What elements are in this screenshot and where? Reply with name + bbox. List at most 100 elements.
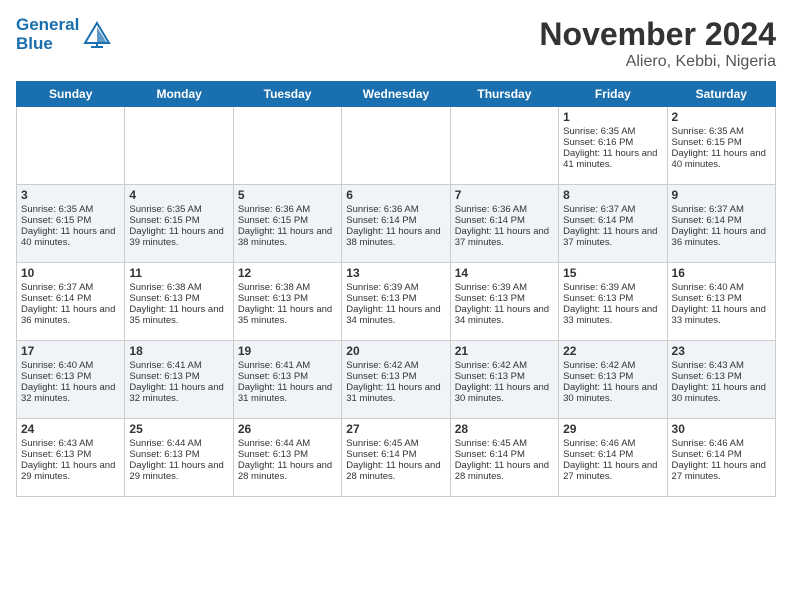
calendar-cell: 12Sunrise: 6:38 AMSunset: 6:13 PMDayligh… <box>233 263 341 341</box>
day-number: 24 <box>21 422 120 436</box>
daylight-text: Daylight: 11 hours and 37 minutes. <box>455 226 554 248</box>
daylight-text: Daylight: 11 hours and 30 minutes. <box>672 382 771 404</box>
logo: General Blue <box>16 16 113 53</box>
sunset-text: Sunset: 6:14 PM <box>455 449 554 460</box>
daylight-text: Daylight: 11 hours and 29 minutes. <box>21 460 120 482</box>
sunset-text: Sunset: 6:13 PM <box>455 293 554 304</box>
sunset-text: Sunset: 6:13 PM <box>455 371 554 382</box>
title-block: November 2024 Aliero, Kebbi, Nigeria <box>539 16 776 71</box>
header-thursday: Thursday <box>450 82 558 107</box>
calendar-cell: 21Sunrise: 6:42 AMSunset: 6:13 PMDayligh… <box>450 341 558 419</box>
day-number: 2 <box>672 110 771 124</box>
daylight-text: Daylight: 11 hours and 33 minutes. <box>563 304 662 326</box>
day-number: 4 <box>129 188 228 202</box>
daylight-text: Daylight: 11 hours and 30 minutes. <box>563 382 662 404</box>
daylight-text: Daylight: 11 hours and 34 minutes. <box>455 304 554 326</box>
sunrise-text: Sunrise: 6:37 AM <box>563 204 662 215</box>
daylight-text: Daylight: 11 hours and 40 minutes. <box>21 226 120 248</box>
day-number: 9 <box>672 188 771 202</box>
sunset-text: Sunset: 6:13 PM <box>238 449 337 460</box>
calendar-cell: 28Sunrise: 6:45 AMSunset: 6:14 PMDayligh… <box>450 419 558 497</box>
daylight-text: Daylight: 11 hours and 28 minutes. <box>238 460 337 482</box>
daylight-text: Daylight: 11 hours and 40 minutes. <box>672 148 771 170</box>
daylight-text: Daylight: 11 hours and 29 minutes. <box>129 460 228 482</box>
day-number: 13 <box>346 266 445 280</box>
sunset-text: Sunset: 6:13 PM <box>346 371 445 382</box>
daylight-text: Daylight: 11 hours and 39 minutes. <box>129 226 228 248</box>
header-sunday: Sunday <box>17 82 125 107</box>
header-wednesday: Wednesday <box>342 82 450 107</box>
sunrise-text: Sunrise: 6:46 AM <box>563 438 662 449</box>
calendar-cell: 4Sunrise: 6:35 AMSunset: 6:15 PMDaylight… <box>125 185 233 263</box>
calendar-week-row: 3Sunrise: 6:35 AMSunset: 6:15 PMDaylight… <box>17 185 776 263</box>
day-number: 5 <box>238 188 337 202</box>
sunrise-text: Sunrise: 6:45 AM <box>346 438 445 449</box>
sunset-text: Sunset: 6:13 PM <box>129 293 228 304</box>
daylight-text: Daylight: 11 hours and 31 minutes. <box>238 382 337 404</box>
sunset-text: Sunset: 6:14 PM <box>346 215 445 226</box>
calendar-cell: 27Sunrise: 6:45 AMSunset: 6:14 PMDayligh… <box>342 419 450 497</box>
day-number: 16 <box>672 266 771 280</box>
calendar-cell: 22Sunrise: 6:42 AMSunset: 6:13 PMDayligh… <box>559 341 667 419</box>
calendar-cell <box>17 107 125 185</box>
sunset-text: Sunset: 6:14 PM <box>563 449 662 460</box>
calendar-cell: 2Sunrise: 6:35 AMSunset: 6:15 PMDaylight… <box>667 107 775 185</box>
sunrise-text: Sunrise: 6:36 AM <box>238 204 337 215</box>
day-number: 20 <box>346 344 445 358</box>
sunset-text: Sunset: 6:14 PM <box>21 293 120 304</box>
calendar-subtitle: Aliero, Kebbi, Nigeria <box>539 53 776 71</box>
sunset-text: Sunset: 6:14 PM <box>672 215 771 226</box>
sunrise-text: Sunrise: 6:35 AM <box>21 204 120 215</box>
daylight-text: Daylight: 11 hours and 35 minutes. <box>129 304 228 326</box>
header-tuesday: Tuesday <box>233 82 341 107</box>
sunset-text: Sunset: 6:13 PM <box>672 293 771 304</box>
daylight-text: Daylight: 11 hours and 37 minutes. <box>563 226 662 248</box>
calendar-cell <box>125 107 233 185</box>
sunset-text: Sunset: 6:13 PM <box>129 371 228 382</box>
calendar-table: SundayMondayTuesdayWednesdayThursdayFrid… <box>16 81 776 497</box>
daylight-text: Daylight: 11 hours and 30 minutes. <box>455 382 554 404</box>
day-number: 22 <box>563 344 662 358</box>
sunrise-text: Sunrise: 6:41 AM <box>238 360 337 371</box>
day-number: 26 <box>238 422 337 436</box>
daylight-text: Daylight: 11 hours and 32 minutes. <box>129 382 228 404</box>
daylight-text: Daylight: 11 hours and 35 minutes. <box>238 304 337 326</box>
calendar-cell: 30Sunrise: 6:46 AMSunset: 6:14 PMDayligh… <box>667 419 775 497</box>
calendar-title: November 2024 <box>539 16 776 53</box>
sunrise-text: Sunrise: 6:36 AM <box>455 204 554 215</box>
sunrise-text: Sunrise: 6:35 AM <box>129 204 228 215</box>
calendar-cell: 10Sunrise: 6:37 AMSunset: 6:14 PMDayligh… <box>17 263 125 341</box>
calendar-cell: 6Sunrise: 6:36 AMSunset: 6:14 PMDaylight… <box>342 185 450 263</box>
sunrise-text: Sunrise: 6:40 AM <box>21 360 120 371</box>
calendar-header-row: SundayMondayTuesdayWednesdayThursdayFrid… <box>17 82 776 107</box>
calendar-cell: 26Sunrise: 6:44 AMSunset: 6:13 PMDayligh… <box>233 419 341 497</box>
calendar-cell: 8Sunrise: 6:37 AMSunset: 6:14 PMDaylight… <box>559 185 667 263</box>
day-number: 14 <box>455 266 554 280</box>
sunset-text: Sunset: 6:14 PM <box>563 215 662 226</box>
sunrise-text: Sunrise: 6:39 AM <box>346 282 445 293</box>
calendar-cell: 24Sunrise: 6:43 AMSunset: 6:13 PMDayligh… <box>17 419 125 497</box>
day-number: 30 <box>672 422 771 436</box>
sunset-text: Sunset: 6:13 PM <box>129 449 228 460</box>
calendar-cell <box>233 107 341 185</box>
logo-blue: Blue <box>16 35 79 54</box>
sunset-text: Sunset: 6:13 PM <box>21 449 120 460</box>
sunrise-text: Sunrise: 6:35 AM <box>672 126 771 137</box>
header: General Blue November 2024 Aliero, Kebbi… <box>16 16 776 71</box>
page: General Blue November 2024 Aliero, Kebbi… <box>0 0 792 612</box>
calendar-cell: 15Sunrise: 6:39 AMSunset: 6:13 PMDayligh… <box>559 263 667 341</box>
day-number: 15 <box>563 266 662 280</box>
daylight-text: Daylight: 11 hours and 38 minutes. <box>238 226 337 248</box>
daylight-text: Daylight: 11 hours and 34 minutes. <box>346 304 445 326</box>
calendar-cell: 20Sunrise: 6:42 AMSunset: 6:13 PMDayligh… <box>342 341 450 419</box>
sunset-text: Sunset: 6:15 PM <box>21 215 120 226</box>
header-friday: Friday <box>559 82 667 107</box>
sunset-text: Sunset: 6:13 PM <box>563 293 662 304</box>
day-number: 11 <box>129 266 228 280</box>
sunset-text: Sunset: 6:13 PM <box>238 293 337 304</box>
calendar-cell: 17Sunrise: 6:40 AMSunset: 6:13 PMDayligh… <box>17 341 125 419</box>
day-number: 29 <box>563 422 662 436</box>
sunrise-text: Sunrise: 6:41 AM <box>129 360 228 371</box>
calendar-cell: 5Sunrise: 6:36 AMSunset: 6:15 PMDaylight… <box>233 185 341 263</box>
calendar-cell: 11Sunrise: 6:38 AMSunset: 6:13 PMDayligh… <box>125 263 233 341</box>
